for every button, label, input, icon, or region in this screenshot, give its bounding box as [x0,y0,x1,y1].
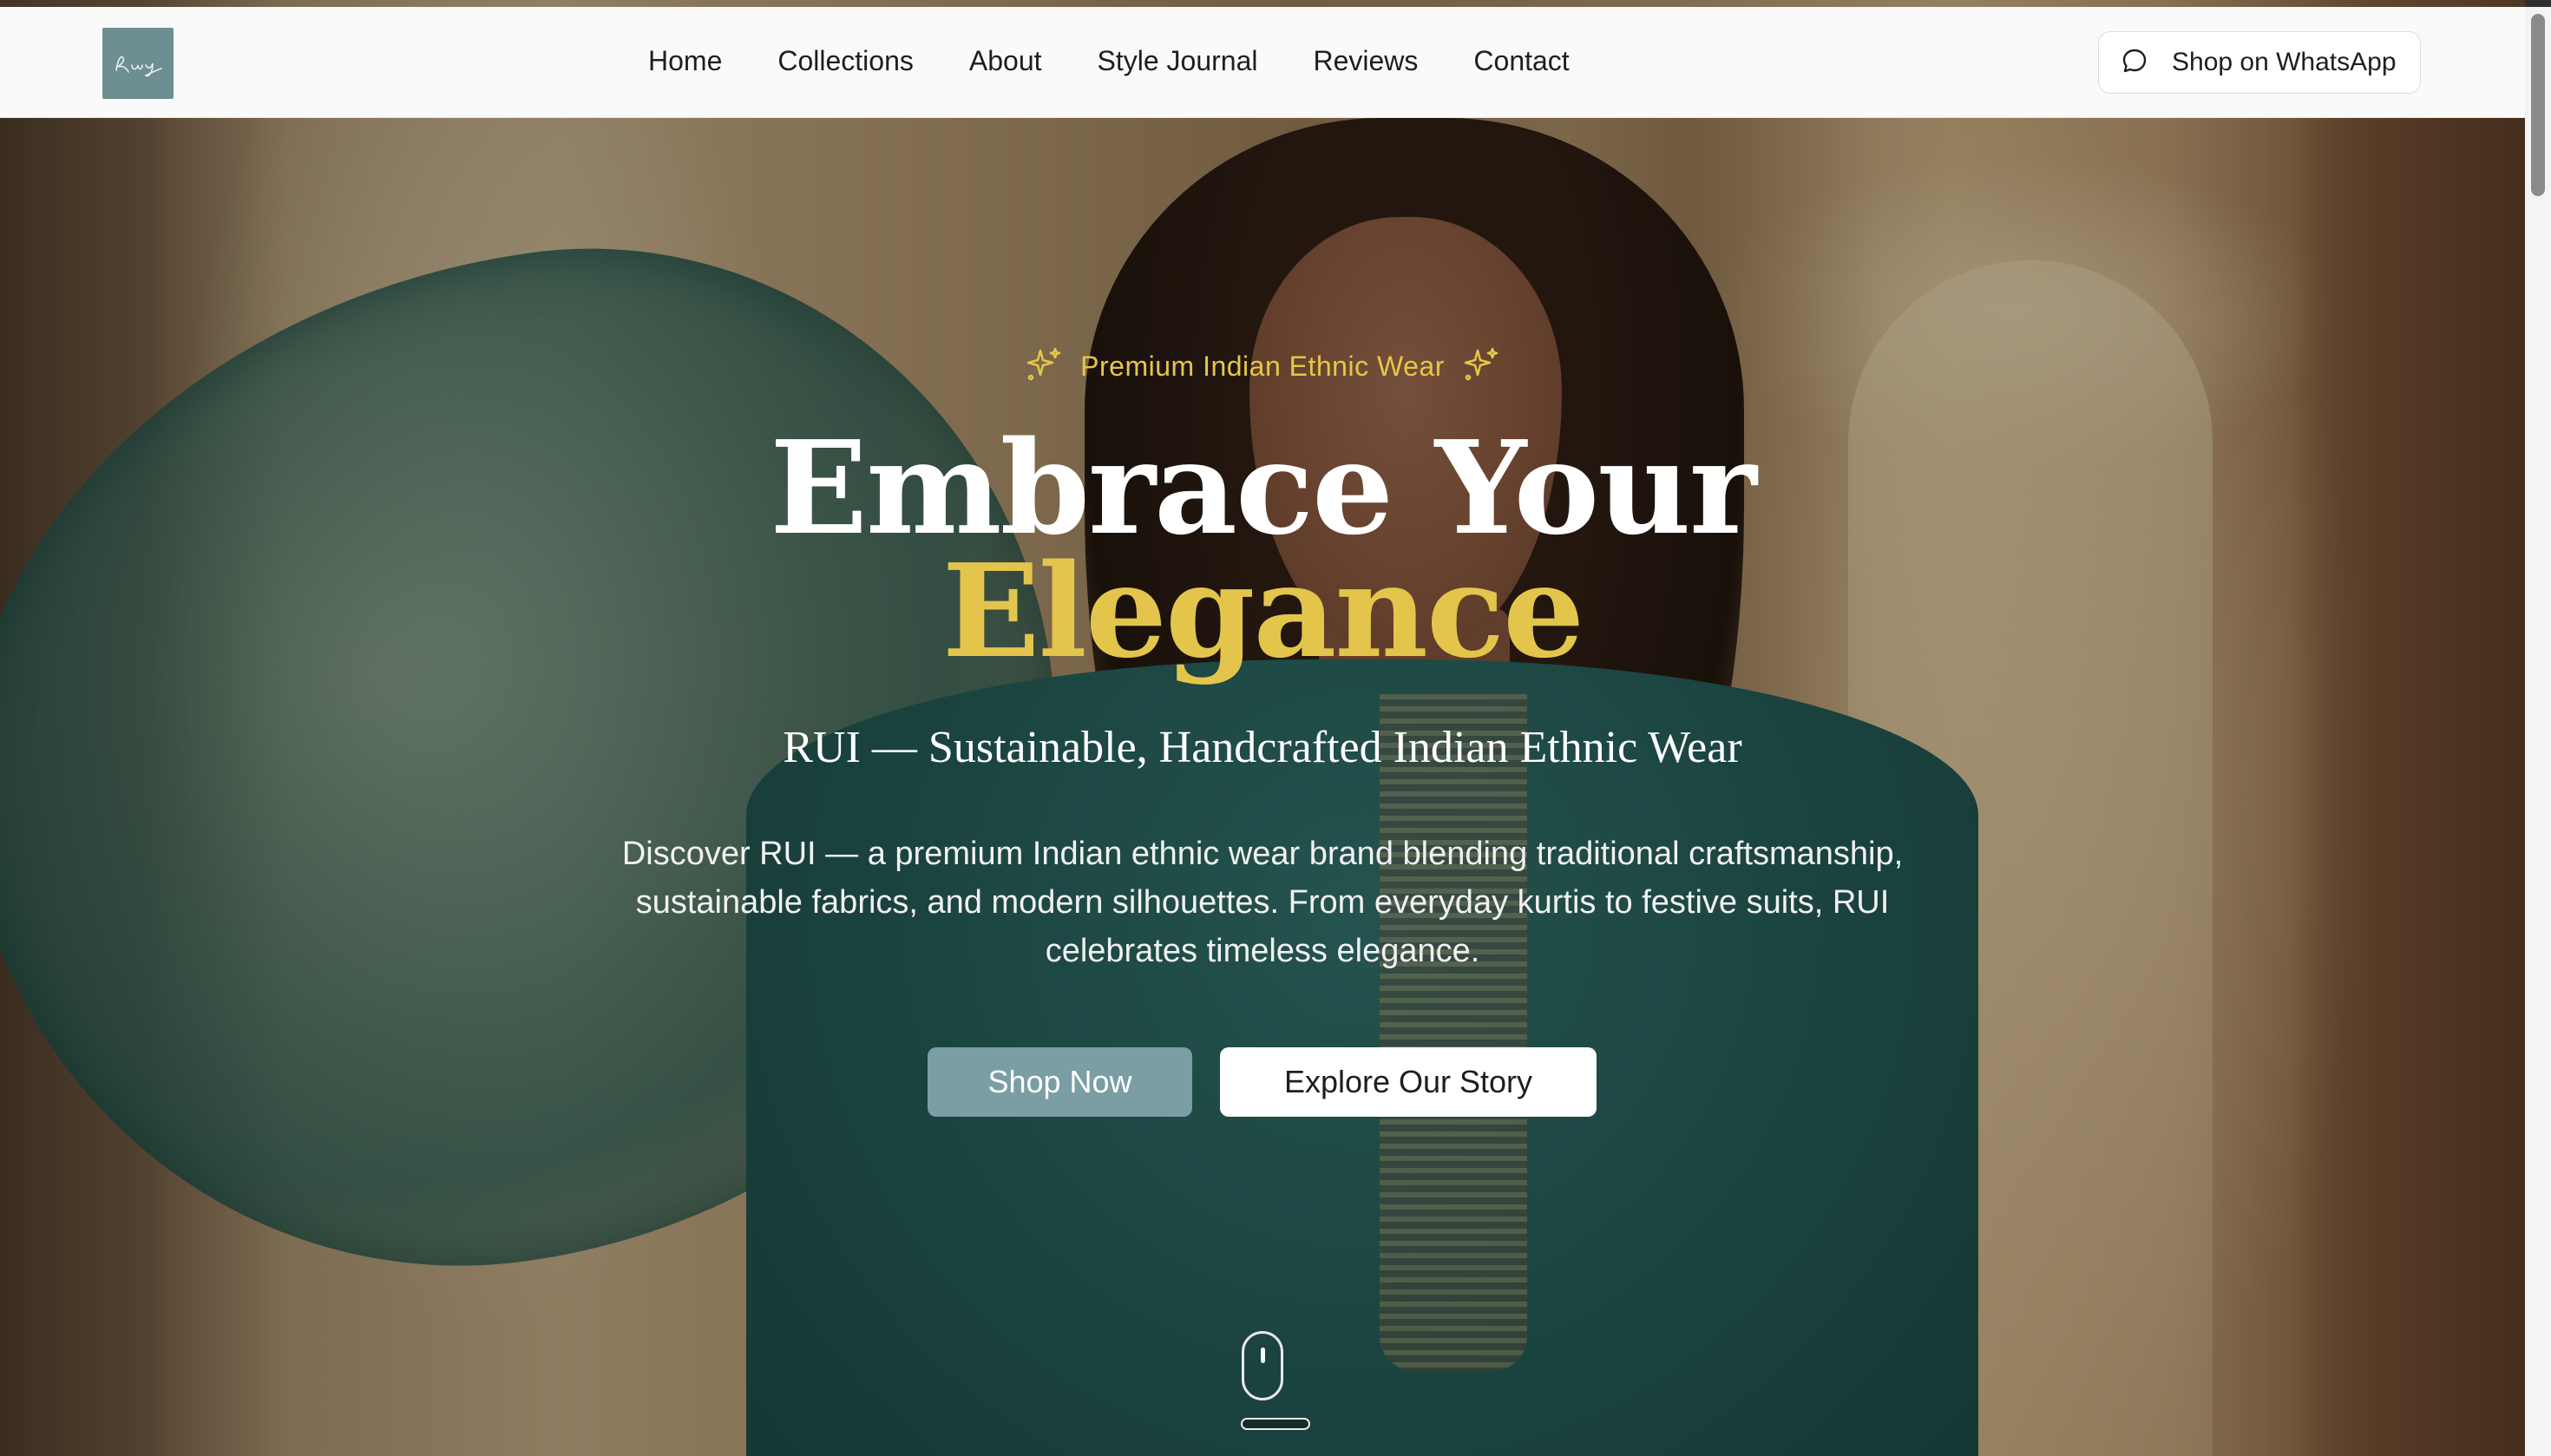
nav-style-journal[interactable]: Style Journal [1098,45,1258,77]
nav-home[interactable]: Home [648,45,722,77]
shop-now-button[interactable]: Shop Now [928,1047,1192,1117]
brand-logo-script [115,56,162,77]
hero-headline-line2: Elegance [941,535,1584,686]
hero-eyebrow: Premium Indian Ethnic Wear [0,344,2525,390]
scroll-indicator-bar [1241,1418,1310,1430]
nav-contact[interactable]: Contact [1473,45,1569,77]
mouse-scroll-wheel [1261,1348,1265,1363]
hero-description: Discover RUI — a premium Indian ethnic w… [621,836,1904,969]
hero-subtitle: RUI — Sustainable, Handcrafted Indian Et… [783,723,1742,772]
shop-on-whatsapp-button[interactable]: Shop on WhatsApp [2098,31,2421,94]
brand-logo[interactable] [102,28,174,99]
mouse-scroll-icon[interactable] [1242,1331,1283,1400]
hero-section: Premium Indian Ethnic Wear Embrace Your … [0,0,2525,1456]
whatsapp-button-label: Shop on WhatsApp [2172,48,2397,76]
hero-headline-line1: Embrace Your [770,412,1757,563]
hero-headline: Embrace Your Elegance [0,423,2525,675]
site-header: Home Collections About Style Journal Rev… [0,7,2525,118]
explore-story-button[interactable]: Explore Our Story [1220,1047,1597,1117]
nav-collections[interactable]: Collections [777,45,914,77]
nav-about[interactable]: About [969,45,1042,77]
sparkles-icon [1023,344,1065,390]
nav-reviews[interactable]: Reviews [1313,45,1418,77]
main-nav: Home Collections About Style Journal Rev… [648,45,1570,77]
chat-bubble-icon [2120,46,2149,80]
page-scrollbar[interactable] [2525,7,2551,1456]
sparkles-icon [1460,344,1502,390]
hero-eyebrow-text: Premium Indian Ethnic Wear [1080,351,1445,382]
scrollbar-thumb[interactable] [2531,14,2545,196]
